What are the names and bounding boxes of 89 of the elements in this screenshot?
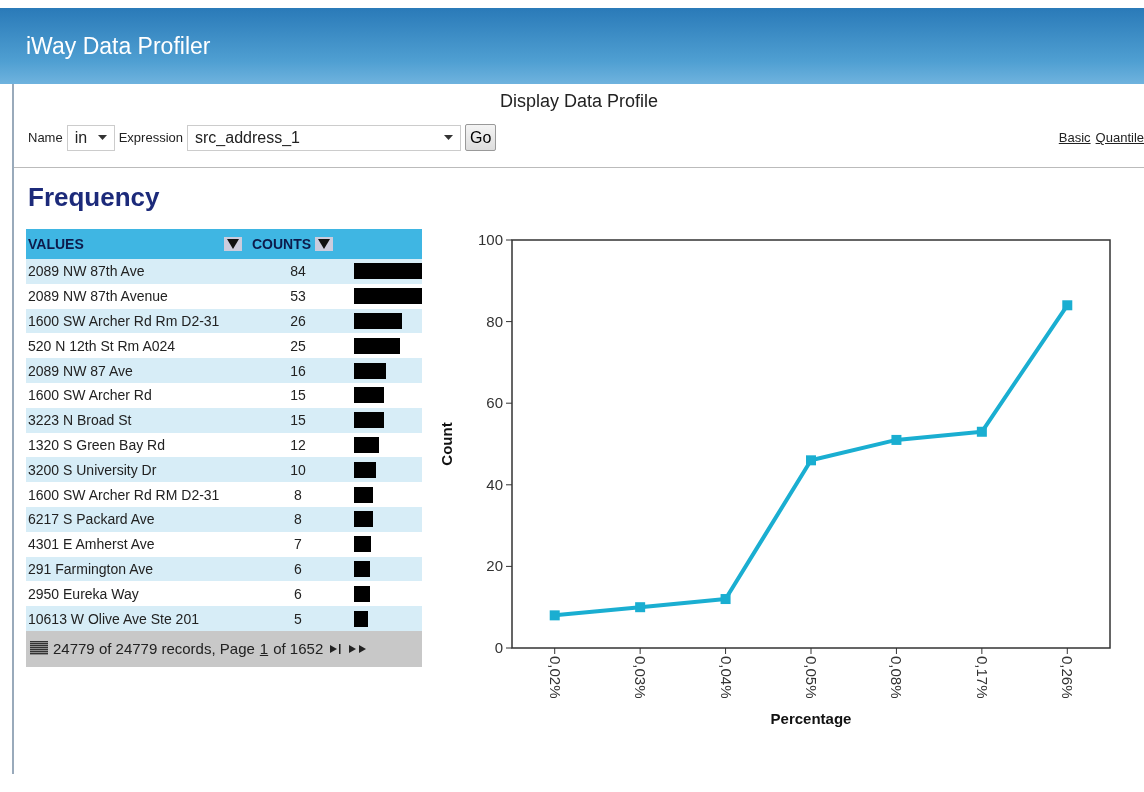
y-tick-label: 0 [494,639,503,656]
expression-dropdown[interactable]: src_address_1 [187,124,461,151]
sort-button[interactable] [315,237,334,251]
count-bar [354,560,370,577]
count-bar [354,461,376,478]
data-point [976,426,987,437]
table-cell-text: 10613 W Olive Ave Ste 201 [27,610,200,627]
table-cell-text: 25 [289,337,307,354]
caret-icon [97,135,107,140]
x-tick-label: 0,08% [888,656,906,699]
count-bar [354,486,373,503]
view-link[interactable]: Quantile [1095,130,1144,145]
table-cell-text: 8 [293,511,303,528]
name-dropdown[interactable]: in [66,124,115,151]
count-bar [354,263,422,280]
data-point [1062,300,1073,311]
count-bar [354,362,386,379]
expression-label: Expression [118,130,183,145]
count-bar [354,387,384,404]
y-tick-label: 100 [477,231,503,248]
y-tick-label: 20 [486,557,503,575]
x-tick-label: 0,05% [803,656,820,699]
table-cell-text: 2089 NW 87th Avenue [27,288,169,305]
next-page-icon[interactable] [349,643,368,654]
record-count: 24779 of 24779 records, Page [53,640,255,658]
column-header: COUNTS [252,236,312,252]
table-cell-text: 2950 Eureka Way [27,585,140,602]
x-tick-label: 0,03% [632,656,650,699]
data-point [806,455,816,466]
data-point [635,602,646,613]
count-bar [354,536,371,553]
caret-icon [444,135,453,140]
count-bar [354,412,384,429]
table-cell-text: 1600 SW Archer Rd Rm D2-31 [27,313,221,329]
data-point [891,434,902,445]
page-link[interactable]: 1 [259,640,269,658]
list-icon [30,641,48,657]
table-cell-text: 3223 N Broad St [27,412,133,429]
table-cell-text: 2089 NW 87th Ave [27,263,146,280]
page-total: of 1652 [273,640,324,658]
table-cell-text: 5 [293,610,303,627]
y-tick-label: 40 [486,475,503,493]
table-cell-text: 12 [289,436,307,453]
count-bar [354,313,402,329]
count-bar [354,436,379,453]
go-button[interactable]: Go [465,124,497,151]
table-cell-text: 10 [289,461,307,478]
page-title: Display Data Profile [498,90,660,112]
x-tick-label: 0,26% [1059,656,1077,699]
x-tick-label: 0,04% [717,656,735,699]
table-cell-text: 7 [293,536,303,553]
table-cell-text: 8 [293,486,303,503]
table-cell-text: 15 [289,412,307,429]
sort-button[interactable] [224,237,242,251]
name-label: Name [28,130,63,145]
table-cell-text: 6 [293,560,303,577]
table-cell-text: 4301 E Amherst Ave [27,536,156,553]
last-page-icon[interactable] [330,643,343,654]
table-cell-text: 1600 SW Archer Rd RM D2-31 [27,486,221,503]
x-tick-label: 0,17% [973,656,991,699]
table-cell-text: 520 N 12th St Rm A024 [27,337,177,354]
y-tick-label: 60 [486,394,503,412]
table-cell-text: 15 [289,387,307,404]
table-cell-text: 53 [289,288,307,305]
table-cell-text: 6 [293,585,303,602]
count-bar [354,511,373,528]
count-bar [354,585,370,602]
table-cell-text: 291 Farmington Ave [27,560,155,577]
table-cell-text: 2089 NW 87 Ave [27,362,134,379]
count-bar [354,288,422,305]
count-bar [354,337,400,354]
table-cell-text: 6217 S Packard Ave [27,511,156,528]
table-cell-text: 84 [289,263,307,280]
y-axis-title: Count [438,422,455,466]
data-point [549,610,560,621]
view-link[interactable]: Basic [1058,130,1091,145]
count-bar [354,610,368,627]
y-tick-label: 80 [486,312,503,330]
column-header: VALUES [27,236,85,252]
x-tick-label: 0,02% [546,656,564,699]
table-cell-text: 3200 S University Dr [27,461,158,478]
table-cell-text: 16 [289,362,307,379]
table-cell-text: 26 [289,313,307,329]
table-cell-text: 1320 S Green Bay Rd [27,436,166,453]
table-cell-text: 1600 SW Archer Rd [27,387,153,404]
section-title: Frequency [28,182,161,213]
app-title: iWay Data Profiler [26,32,211,60]
x-axis-title: Percentage [770,710,852,727]
data-point [720,594,731,605]
